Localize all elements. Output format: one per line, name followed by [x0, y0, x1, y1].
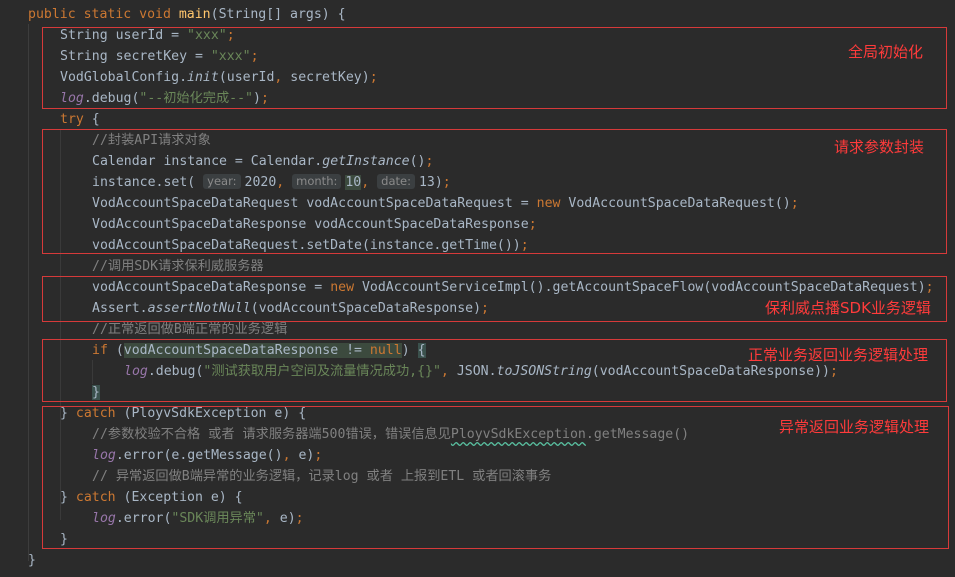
annotation-request-params: 请求参数封装	[834, 138, 925, 156]
code-token: main	[178, 7, 211, 22]
global-init-box	[42, 27, 947, 109]
code-line[interactable]: //正常返回做B端正常的业务逻辑	[92, 319, 287, 340]
gutter-separator	[28, 24, 29, 561]
code-token: public static void	[28, 7, 179, 22]
code-token: //正常返回做B端正常的业务逻辑	[92, 322, 288, 337]
code-line[interactable]: public static void main(String[] args) {	[28, 4, 346, 25]
code-token: try	[60, 112, 92, 127]
annotation-normal-handling: 正常业务返回业务逻辑处理	[748, 346, 929, 364]
code-token: //调用SDK请求保利威服务器	[92, 259, 264, 274]
annotation-exception-handling: 异常返回业务逻辑处理	[779, 418, 930, 436]
code-line[interactable]: //调用SDK请求保利威服务器	[92, 256, 264, 277]
code-line[interactable]: }	[28, 550, 36, 571]
code-token: {	[91, 112, 100, 127]
code-line[interactable]: try {	[60, 109, 100, 130]
code-token: (String[] args) {	[210, 7, 346, 22]
annotation-global-init: 全局初始化	[848, 43, 924, 61]
annotation-sdk-logic: 保利威点播SDK业务逻辑	[765, 299, 931, 317]
code-token: }	[28, 553, 36, 568]
request-params-box	[42, 129, 947, 254]
